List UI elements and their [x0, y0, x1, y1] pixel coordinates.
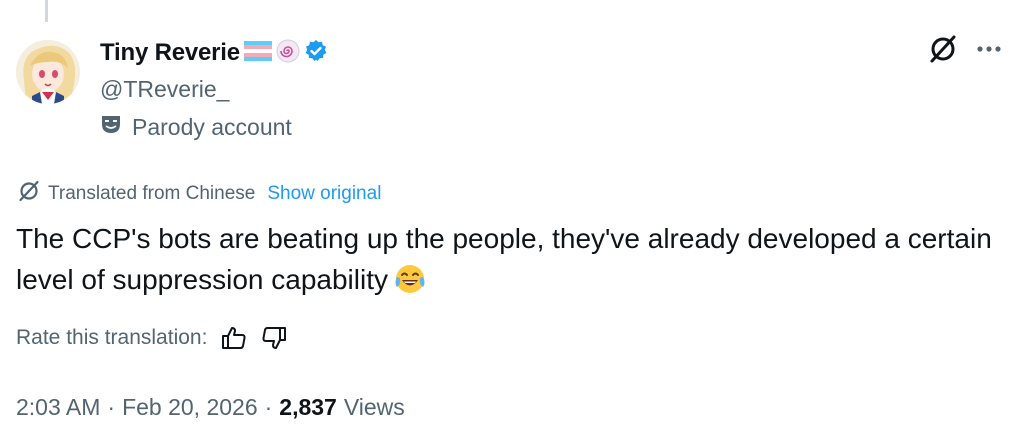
- post-date[interactable]: Feb 20, 2026: [122, 394, 258, 421]
- more-options-icon[interactable]: [976, 45, 1002, 53]
- tears-of-joy-icon: [394, 263, 426, 306]
- thumbs-down-icon[interactable]: [261, 326, 287, 350]
- thread-connector-line: [45, 0, 48, 22]
- post-top-actions: [928, 34, 1002, 64]
- account-label-text: Parody account: [132, 113, 292, 140]
- views-count[interactable]: 2,837: [279, 394, 337, 421]
- translation-notice: Translated from Chinese Show original: [18, 180, 381, 208]
- meta-separator: ·: [107, 394, 116, 420]
- show-original-link[interactable]: Show original: [267, 183, 381, 205]
- meta-separator: ·: [264, 394, 273, 420]
- trans-flag-icon: [243, 40, 272, 66]
- author-handle[interactable]: @TReverie_: [100, 76, 229, 103]
- tweet-text: The CCP's bots are beating up the people…: [16, 223, 992, 295]
- translated-from-label: Translated from Chinese: [48, 183, 256, 204]
- rate-translation-row: Rate this translation:: [16, 326, 287, 350]
- author-name-row[interactable]: Tiny Reverie: [100, 38, 328, 68]
- grok-icon[interactable]: [928, 34, 958, 64]
- drama-mask-icon: [100, 113, 122, 141]
- views-label: Views: [343, 394, 405, 420]
- avatar[interactable]: [16, 40, 80, 104]
- thumbs-up-icon[interactable]: [221, 326, 247, 350]
- verified-badge-icon[interactable]: [304, 39, 328, 68]
- translate-grok-icon: [18, 180, 40, 208]
- author-display-name[interactable]: Tiny Reverie: [100, 39, 240, 67]
- post-meta: 2:03 AM · Feb 20, 2026 · 2,837 Views: [16, 394, 405, 421]
- lollipop-icon: [276, 39, 300, 68]
- tweet-body: The CCP's bots are beating up the people…: [16, 218, 1006, 306]
- post-time[interactable]: 2:03 AM: [16, 394, 100, 421]
- parody-account-label: Parody account: [100, 113, 292, 141]
- rate-translation-label: Rate this translation:: [16, 326, 208, 349]
